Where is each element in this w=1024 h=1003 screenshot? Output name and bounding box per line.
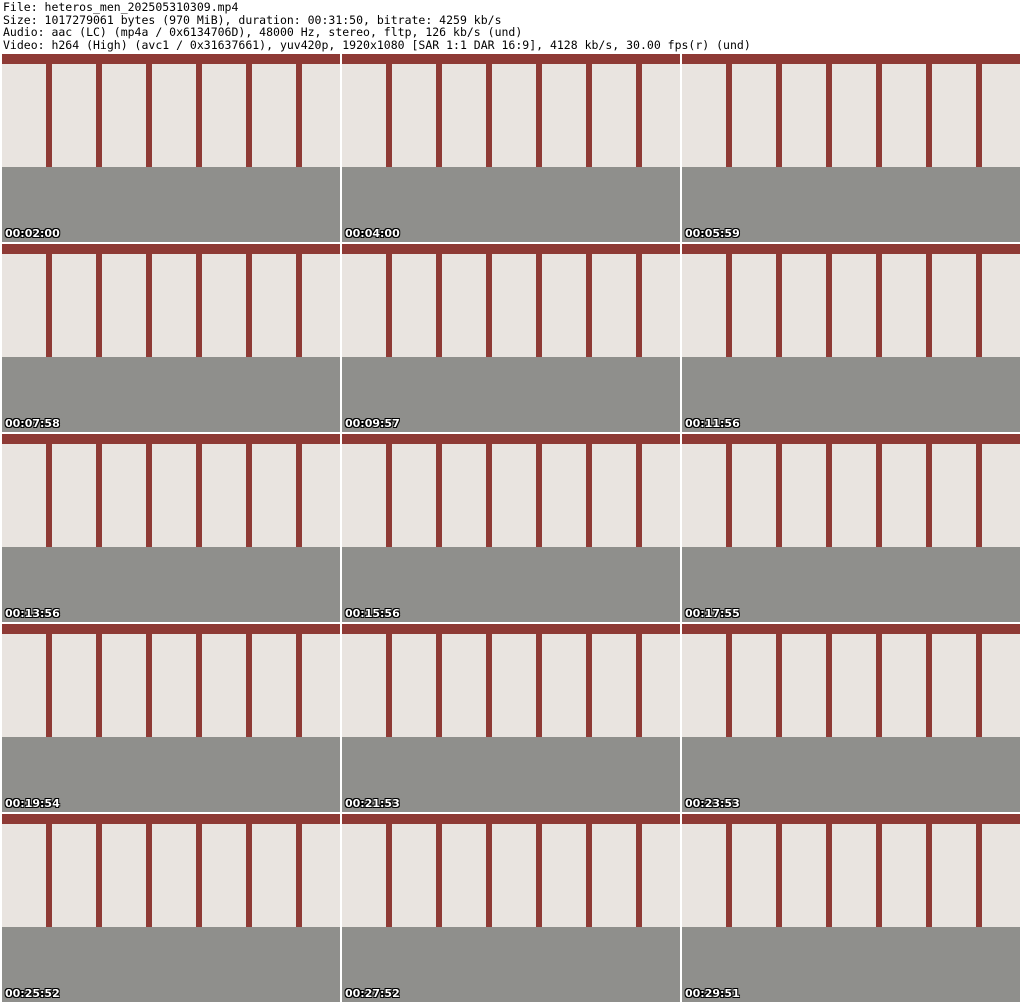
video-thumbnail: 00:25:52 xyxy=(2,814,340,1002)
video-thumbnail: 00:02:00 xyxy=(2,54,340,242)
video-thumbnail: 00:13:56 xyxy=(2,434,340,622)
timestamp: 00:02:00 xyxy=(5,227,60,240)
timestamp: 00:04:00 xyxy=(345,227,400,240)
timestamp: 00:09:57 xyxy=(345,417,400,430)
timestamp: 00:15:56 xyxy=(345,607,400,620)
video-thumbnail: 00:05:59 xyxy=(682,54,1020,242)
thumbnail-grid: 00:02:00 00:04:00 00:05:59 00:07:58 00:09:57… xyxy=(2,54,1020,1002)
video-thumbnail: 00:07:58 xyxy=(2,244,340,432)
video-thumbnail: 00:19:54 xyxy=(2,624,340,812)
timestamp: 00:25:52 xyxy=(5,987,60,1000)
timestamp: 00:27:52 xyxy=(345,987,400,1000)
file-info-header: File: heteros_men_202505310309.mp4 Size: … xyxy=(3,1,751,51)
timestamp: 00:21:53 xyxy=(345,797,400,810)
timestamp: 00:17:55 xyxy=(685,607,740,620)
video-info: Video: h264 (High) (avc1 / 0x31637661), … xyxy=(3,37,751,52)
timestamp: 00:23:53 xyxy=(685,797,740,810)
video-thumbnail: 00:09:57 xyxy=(342,244,680,432)
video-thumbnail: 00:15:56 xyxy=(342,434,680,622)
video-thumbnail: 00:04:00 xyxy=(342,54,680,242)
video-thumbnail: 00:23:53 xyxy=(682,624,1020,812)
timestamp: 00:29:51 xyxy=(685,987,740,1000)
audio-info: Audio: aac (LC) (mp4a / 0x6134706D), 480… xyxy=(3,25,523,40)
video-thumbnail: 00:21:53 xyxy=(342,624,680,812)
video-thumbnail: 00:29:51 xyxy=(682,814,1020,1002)
timestamp: 00:13:56 xyxy=(5,607,60,620)
video-thumbnail: 00:11:56 xyxy=(682,244,1020,432)
timestamp: 00:05:59 xyxy=(685,227,740,240)
video-thumbnail: 00:17:55 xyxy=(682,434,1020,622)
timestamp: 00:11:56 xyxy=(685,417,740,430)
timestamp: 00:07:58 xyxy=(5,417,60,430)
timestamp: 00:19:54 xyxy=(5,797,60,810)
file-name: File: heteros_men_202505310309.mp4 xyxy=(3,0,239,14)
video-thumbnail: 00:27:52 xyxy=(342,814,680,1002)
